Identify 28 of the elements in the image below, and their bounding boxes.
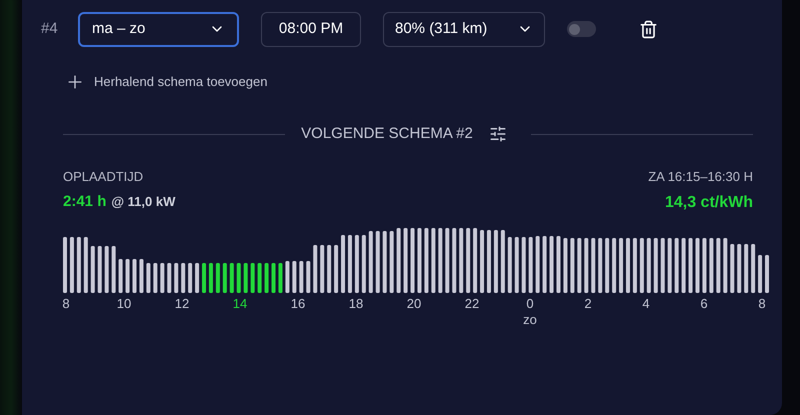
charge-duration: 2:41 h xyxy=(63,192,106,212)
axis-label: 22 xyxy=(464,296,480,312)
schedule-number: #4 xyxy=(41,18,59,39)
axis-label: 8 xyxy=(758,296,766,312)
axis-label: 0 xyxy=(526,296,534,312)
time-slot: ZA 16:15–16:30 H xyxy=(648,167,753,186)
add-schedule-button[interactable]: Herhalend schema toevoegen xyxy=(65,72,268,92)
charge-power: @ 11,0 kW xyxy=(111,192,176,210)
time-field[interactable]: 08:00 PM xyxy=(261,12,361,46)
section-title: VOLGENDE SCHEMA #2 xyxy=(301,124,473,144)
price-value: 14,3 ct/kWh xyxy=(664,192,753,212)
axis-label: 10 xyxy=(116,296,132,312)
axis-label: 8 xyxy=(62,296,70,312)
axis-label: 2 xyxy=(584,296,592,312)
sliders-icon[interactable] xyxy=(488,125,507,143)
axis-label: 20 xyxy=(406,296,422,312)
charge-time-label: OPLAADTIJD xyxy=(63,168,144,186)
axis-label: 14 xyxy=(232,296,248,312)
delete-icon[interactable] xyxy=(639,20,658,38)
axis-label: 6 xyxy=(700,296,708,312)
days-dropdown[interactable]: ma – zo xyxy=(78,12,239,46)
axis-label: 4 xyxy=(642,296,650,312)
day-label: zo xyxy=(523,312,537,328)
toggle-switch[interactable] xyxy=(567,21,596,37)
axis-label: 12 xyxy=(174,296,190,312)
target-dropdown[interactable]: 80% (311 km) xyxy=(383,12,545,46)
axis-label: 18 xyxy=(348,296,364,312)
axis-label: 16 xyxy=(290,296,306,312)
